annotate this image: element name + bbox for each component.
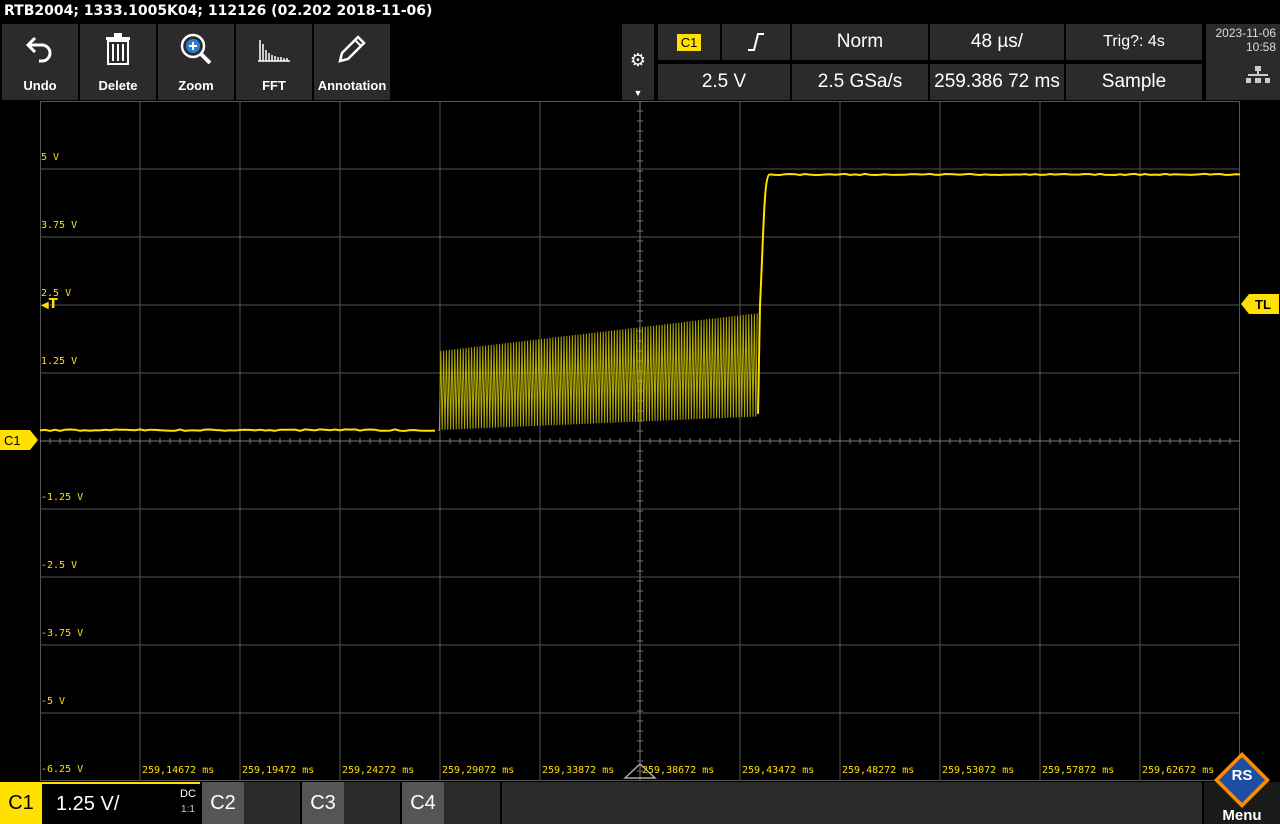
gear-icon[interactable]: ⚙	[630, 50, 646, 71]
waveform-trace-low	[40, 429, 435, 431]
time-text: 10:58	[1206, 40, 1276, 54]
x-label: 259,43472 ms	[742, 765, 814, 776]
trigger-level-arrow[interactable]: ◀T	[41, 297, 58, 312]
y-label: -3.75 V	[41, 628, 83, 639]
zoom-button[interactable]: Zoom	[158, 24, 234, 100]
waveform-grid	[40, 101, 1240, 781]
tl-marker-text: TL	[1255, 297, 1271, 312]
zoom-label: Zoom	[178, 78, 213, 93]
trigger-source-badge: C1	[677, 34, 702, 51]
pencil-icon	[314, 24, 390, 74]
channel-c1-button[interactable]: C1	[0, 782, 42, 824]
y-label: -1.25 V	[41, 492, 83, 503]
trigger-source-cell[interactable]: C1	[658, 24, 720, 60]
fft-button[interactable]: FFT	[236, 24, 312, 100]
c1-ratio-text: 1:1	[176, 802, 200, 818]
settings-panel[interactable]: ⚙ ▼	[622, 24, 654, 100]
timebase-cell[interactable]: 48 µs/	[930, 24, 1064, 60]
trigger-position-marker[interactable]	[623, 762, 657, 780]
delete-button[interactable]: Delete	[80, 24, 156, 100]
c1-coupling-text: DC	[176, 786, 200, 802]
logo-text: RS	[1232, 767, 1253, 784]
undo-label: Undo	[23, 78, 56, 93]
x-label: 259,19472 ms	[242, 765, 314, 776]
datetime-box: 2023-11-06 10:58	[1206, 24, 1280, 100]
c1-coupling: DC 1:1	[176, 786, 200, 818]
trigger-arrow-text: T	[49, 297, 58, 312]
c4-label: C4	[402, 782, 444, 824]
c1-offset-marker[interactable]: C1	[0, 430, 38, 450]
delete-label: Delete	[98, 78, 137, 93]
x-label: 259,29072 ms	[442, 765, 514, 776]
trigger-level-cell[interactable]: 2.5 V	[658, 64, 790, 100]
y-label: 3.75 V	[41, 220, 77, 231]
undo-icon	[2, 24, 78, 74]
channel-c4-button[interactable]: C4	[402, 782, 500, 824]
channel-bar-filler	[502, 782, 1202, 824]
date-text: 2023-11-06	[1206, 26, 1276, 40]
channel-bar: C1 1.25 V/ DC 1:1 C2 C3 C4 RS Menu	[0, 782, 1280, 824]
channel-c3-button[interactable]: C3	[302, 782, 400, 824]
menu-button[interactable]: RS Menu	[1204, 782, 1280, 824]
y-label: -5 V	[41, 696, 65, 707]
trigger-mode-cell[interactable]: Norm	[792, 24, 928, 60]
c2-label: C2	[202, 782, 244, 824]
y-label: 5 V	[41, 152, 59, 163]
waveform-display[interactable]	[40, 101, 1240, 781]
left-arrow-icon: ◀	[41, 300, 49, 311]
waveform-trace-high	[758, 174, 1240, 414]
fft-label: FFT	[262, 78, 286, 93]
annotation-button[interactable]: Annotation	[314, 24, 390, 100]
trigger-slope-cell[interactable]	[722, 24, 790, 60]
x-label: 259,53072 ms	[942, 765, 1014, 776]
x-label: 259,57872 ms	[1042, 765, 1114, 776]
zoom-in-icon	[158, 24, 234, 74]
waveform-trace-oscillation	[438, 313, 757, 430]
position-cell[interactable]: 259.386 72 ms	[930, 64, 1064, 100]
x-label: 259,62672 ms	[1142, 765, 1214, 776]
fft-spectrum-icon	[236, 24, 312, 74]
menu-label: Menu	[1204, 807, 1280, 824]
undo-button[interactable]: Undo	[2, 24, 78, 100]
acquisition-cell[interactable]: Sample	[1066, 64, 1202, 100]
x-label: 259,14672 ms	[142, 765, 214, 776]
y-label: -2.5 V	[41, 560, 77, 571]
sample-rate-cell[interactable]: 2.5 GSa/s	[792, 64, 928, 100]
x-label: 259,48272 ms	[842, 765, 914, 776]
c3-label: C3	[302, 782, 344, 824]
dropdown-arrow-icon[interactable]: ▼	[634, 88, 643, 98]
network-icon	[1246, 66, 1270, 84]
rs-logo-icon: RS	[1212, 750, 1272, 810]
y-label: 1.25 V	[41, 356, 77, 367]
c1-scale-text: 1.25 V/	[56, 793, 119, 816]
window-title: RTB2004; 1333.1005K04; 112126 (02.202 20…	[0, 0, 1280, 22]
channel-c2-button[interactable]: C2	[202, 782, 300, 824]
trash-icon	[80, 24, 156, 74]
c1-marker-text: C1	[4, 433, 21, 448]
x-label: 259,33872 ms	[542, 765, 614, 776]
toolbar: Undo Delete Zoom FFT Annotation ⚙ ▼ C1 N…	[0, 24, 1280, 100]
annotation-label: Annotation	[318, 78, 387, 93]
trigger-level-marker[interactable]: TL	[1241, 294, 1279, 314]
trig-status-cell: Trig?: 4s	[1066, 24, 1202, 60]
y-label: -6.25 V	[41, 764, 83, 775]
x-label: 259,24272 ms	[342, 765, 414, 776]
rising-edge-icon	[745, 31, 767, 53]
